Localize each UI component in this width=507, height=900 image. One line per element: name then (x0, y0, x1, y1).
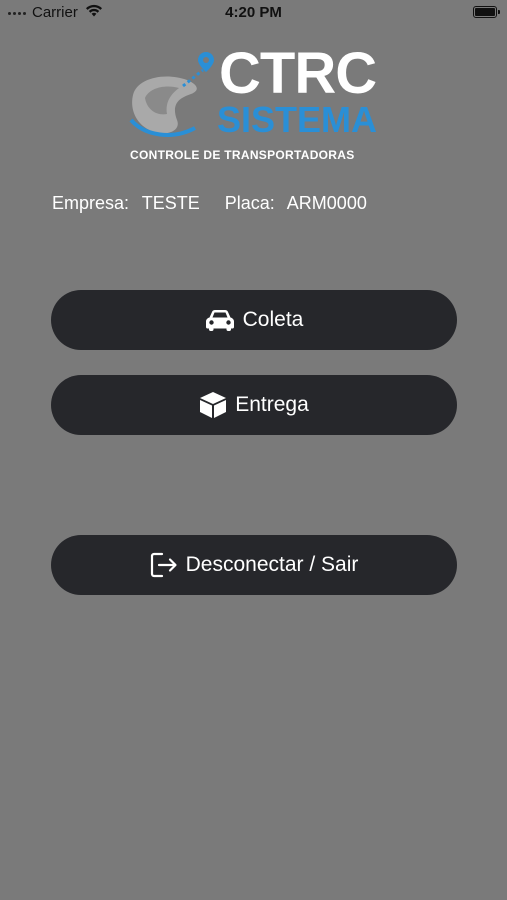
coleta-button[interactable]: Coleta (51, 290, 457, 350)
logo-road-icon (129, 52, 214, 137)
logout-button[interactable]: Desconectar / Sair (51, 535, 457, 595)
logo-subtitle: SISTEMA (217, 99, 378, 140)
box-icon (199, 391, 227, 419)
coleta-label: Coleta (242, 308, 304, 331)
app-logo: CTRC SISTEMA CONTROLE DE TRANSPORTADORAS (125, 45, 390, 170)
entrega-label: Entrega (235, 393, 309, 416)
status-bar: Carrier 4:20 PM (0, 0, 507, 26)
battery-icon (473, 6, 500, 18)
empresa-value: TESTE (141, 193, 200, 213)
car-icon (205, 309, 235, 331)
entrega-button[interactable]: Entrega (51, 375, 457, 435)
placa-value: ARM0000 (286, 193, 367, 213)
session-info: Empresa: TESTE Placa: ARM0000 (52, 193, 375, 214)
logout-label: Desconectar / Sair (185, 553, 359, 576)
logo-title: CTRC (219, 41, 377, 106)
empresa-label: Empresa: (52, 193, 130, 213)
placa-label: Placa: (224, 193, 275, 213)
status-time: 4:20 PM (225, 4, 282, 21)
logo-tagline: CONTROLE DE TRANSPORTADORAS (130, 148, 355, 162)
logout-icon (150, 552, 178, 578)
